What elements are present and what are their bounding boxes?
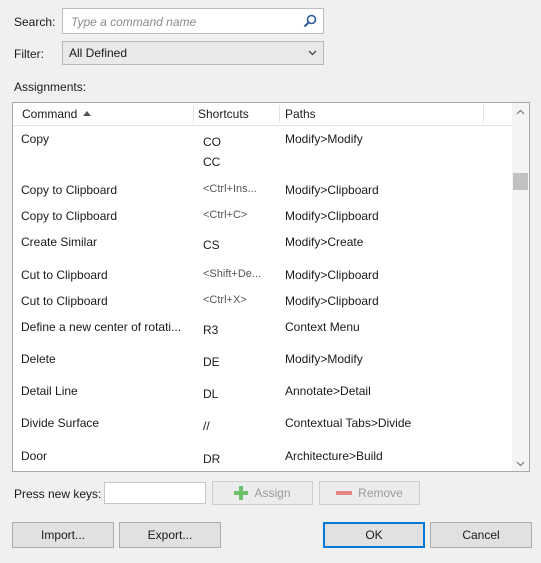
assign-button[interactable]: Assign (212, 481, 313, 505)
import-button[interactable]: Import... (12, 522, 114, 548)
path-cell: Modify>Clipboard (285, 183, 379, 197)
chevron-up-icon[interactable] (515, 107, 526, 118)
command-cell: Divide Surface (21, 416, 100, 430)
shortcut-cell: // (203, 419, 210, 433)
command-cell: Copy to Clipboard (21, 209, 118, 223)
table-row[interactable]: Delete DE Modify>Modify (13, 345, 513, 377)
press-keys-input[interactable] (104, 482, 206, 504)
shortcut-cell: <Ctrl+Ins... (203, 183, 257, 195)
scrollbar-thumb[interactable] (513, 173, 528, 190)
table-row[interactable]: Door DR Architecture>Build (13, 441, 513, 471)
vertical-scrollbar[interactable] (512, 103, 529, 471)
shortcut-cell: R3 (203, 323, 219, 337)
search-label: Search: (14, 15, 56, 29)
command-cell: Copy (21, 132, 50, 146)
command-cell: Cut to Clipboard (21, 268, 108, 282)
press-keys-label: Press new keys: (14, 487, 102, 501)
minus-icon (336, 491, 353, 495)
shortcut-cell: CS (203, 238, 220, 252)
command-cell: Define a new center of rotati... (21, 320, 182, 334)
table-row[interactable]: Copy to Clipboard <Ctrl+Ins... Modify>Cl… (13, 177, 513, 203)
table-row[interactable]: Create Similar CS Modify>Create (13, 229, 513, 261)
path-cell: Modify>Modify (285, 132, 363, 146)
chevron-down-icon (308, 50, 317, 56)
path-cell: Annotate>Detail (285, 384, 371, 398)
assignments-list[interactable]: Command Shortcuts Paths Copy CO CC Modif… (12, 102, 530, 472)
shortcut-cell: DE (203, 355, 220, 369)
table-row[interactable]: Detail Line DL Annotate>Detail (13, 377, 513, 409)
path-cell: Modify>Clipboard (285, 209, 379, 223)
shortcut-cell: <Shift+De... (203, 268, 262, 280)
sort-ascending-icon (83, 111, 92, 116)
shortcut-cell: CO (203, 135, 221, 149)
search-icon[interactable] (303, 14, 317, 28)
remove-button[interactable]: Remove (319, 481, 420, 505)
filter-selected-value: All Defined (69, 46, 128, 60)
shortcut-cell: <Ctrl+X> (203, 294, 247, 306)
table-row[interactable]: Divide Surface // Contextual Tabs>Divide (13, 409, 513, 441)
path-cell: Modify>Modify (285, 352, 363, 366)
assignments-label: Assignments: (14, 80, 87, 94)
table-row[interactable]: Copy to Clipboard <Ctrl+C> Modify>Clipbo… (13, 203, 513, 229)
table-row[interactable]: Cut to Clipboard <Shift+De... Modify>Cli… (13, 261, 513, 287)
path-cell: Context Menu (285, 320, 360, 334)
command-cell: Delete (21, 352, 56, 366)
column-header-paths[interactable]: Paths (285, 103, 316, 125)
search-field[interactable] (62, 8, 324, 34)
command-cell: Copy to Clipboard (21, 183, 118, 197)
shortcut-cell: DR (203, 452, 221, 466)
command-cell: Create Similar (21, 235, 98, 249)
chevron-down-icon[interactable] (515, 458, 526, 469)
shortcut-cell: <Ctrl+C> (203, 209, 248, 221)
shortcut-cell: CC (203, 155, 221, 169)
command-cell: Cut to Clipboard (21, 294, 108, 308)
filter-label: Filter: (14, 47, 44, 61)
plus-icon (234, 486, 249, 500)
path-cell: Contextual Tabs>Divide (285, 416, 412, 430)
command-cell: Door (21, 449, 48, 463)
table-row[interactable]: Copy CO CC Modify>Modify (13, 127, 513, 175)
ok-button[interactable]: OK (323, 522, 425, 548)
column-divider[interactable] (483, 105, 484, 123)
export-button[interactable]: Export... (119, 522, 221, 548)
path-cell: Modify>Create (285, 235, 364, 249)
filter-dropdown[interactable]: All Defined (62, 41, 324, 65)
table-row[interactable]: Cut to Clipboard <Ctrl+X> Modify>Clipboa… (13, 287, 513, 313)
column-header-shortcuts[interactable]: Shortcuts (198, 103, 249, 125)
path-cell: Modify>Clipboard (285, 268, 379, 282)
list-header: Command Shortcuts Paths (13, 103, 513, 126)
search-input[interactable] (69, 13, 303, 31)
table-row[interactable]: Define a new center of rotati... R3 Cont… (13, 313, 513, 345)
column-header-command[interactable]: Command (22, 103, 92, 125)
path-cell: Architecture>Build (285, 449, 383, 463)
column-divider[interactable] (279, 105, 280, 123)
path-cell: Modify>Clipboard (285, 294, 379, 308)
cancel-button[interactable]: Cancel (430, 522, 532, 548)
column-divider[interactable] (193, 105, 194, 123)
shortcut-cell: DL (203, 387, 219, 401)
command-cell: Detail Line (21, 384, 78, 398)
